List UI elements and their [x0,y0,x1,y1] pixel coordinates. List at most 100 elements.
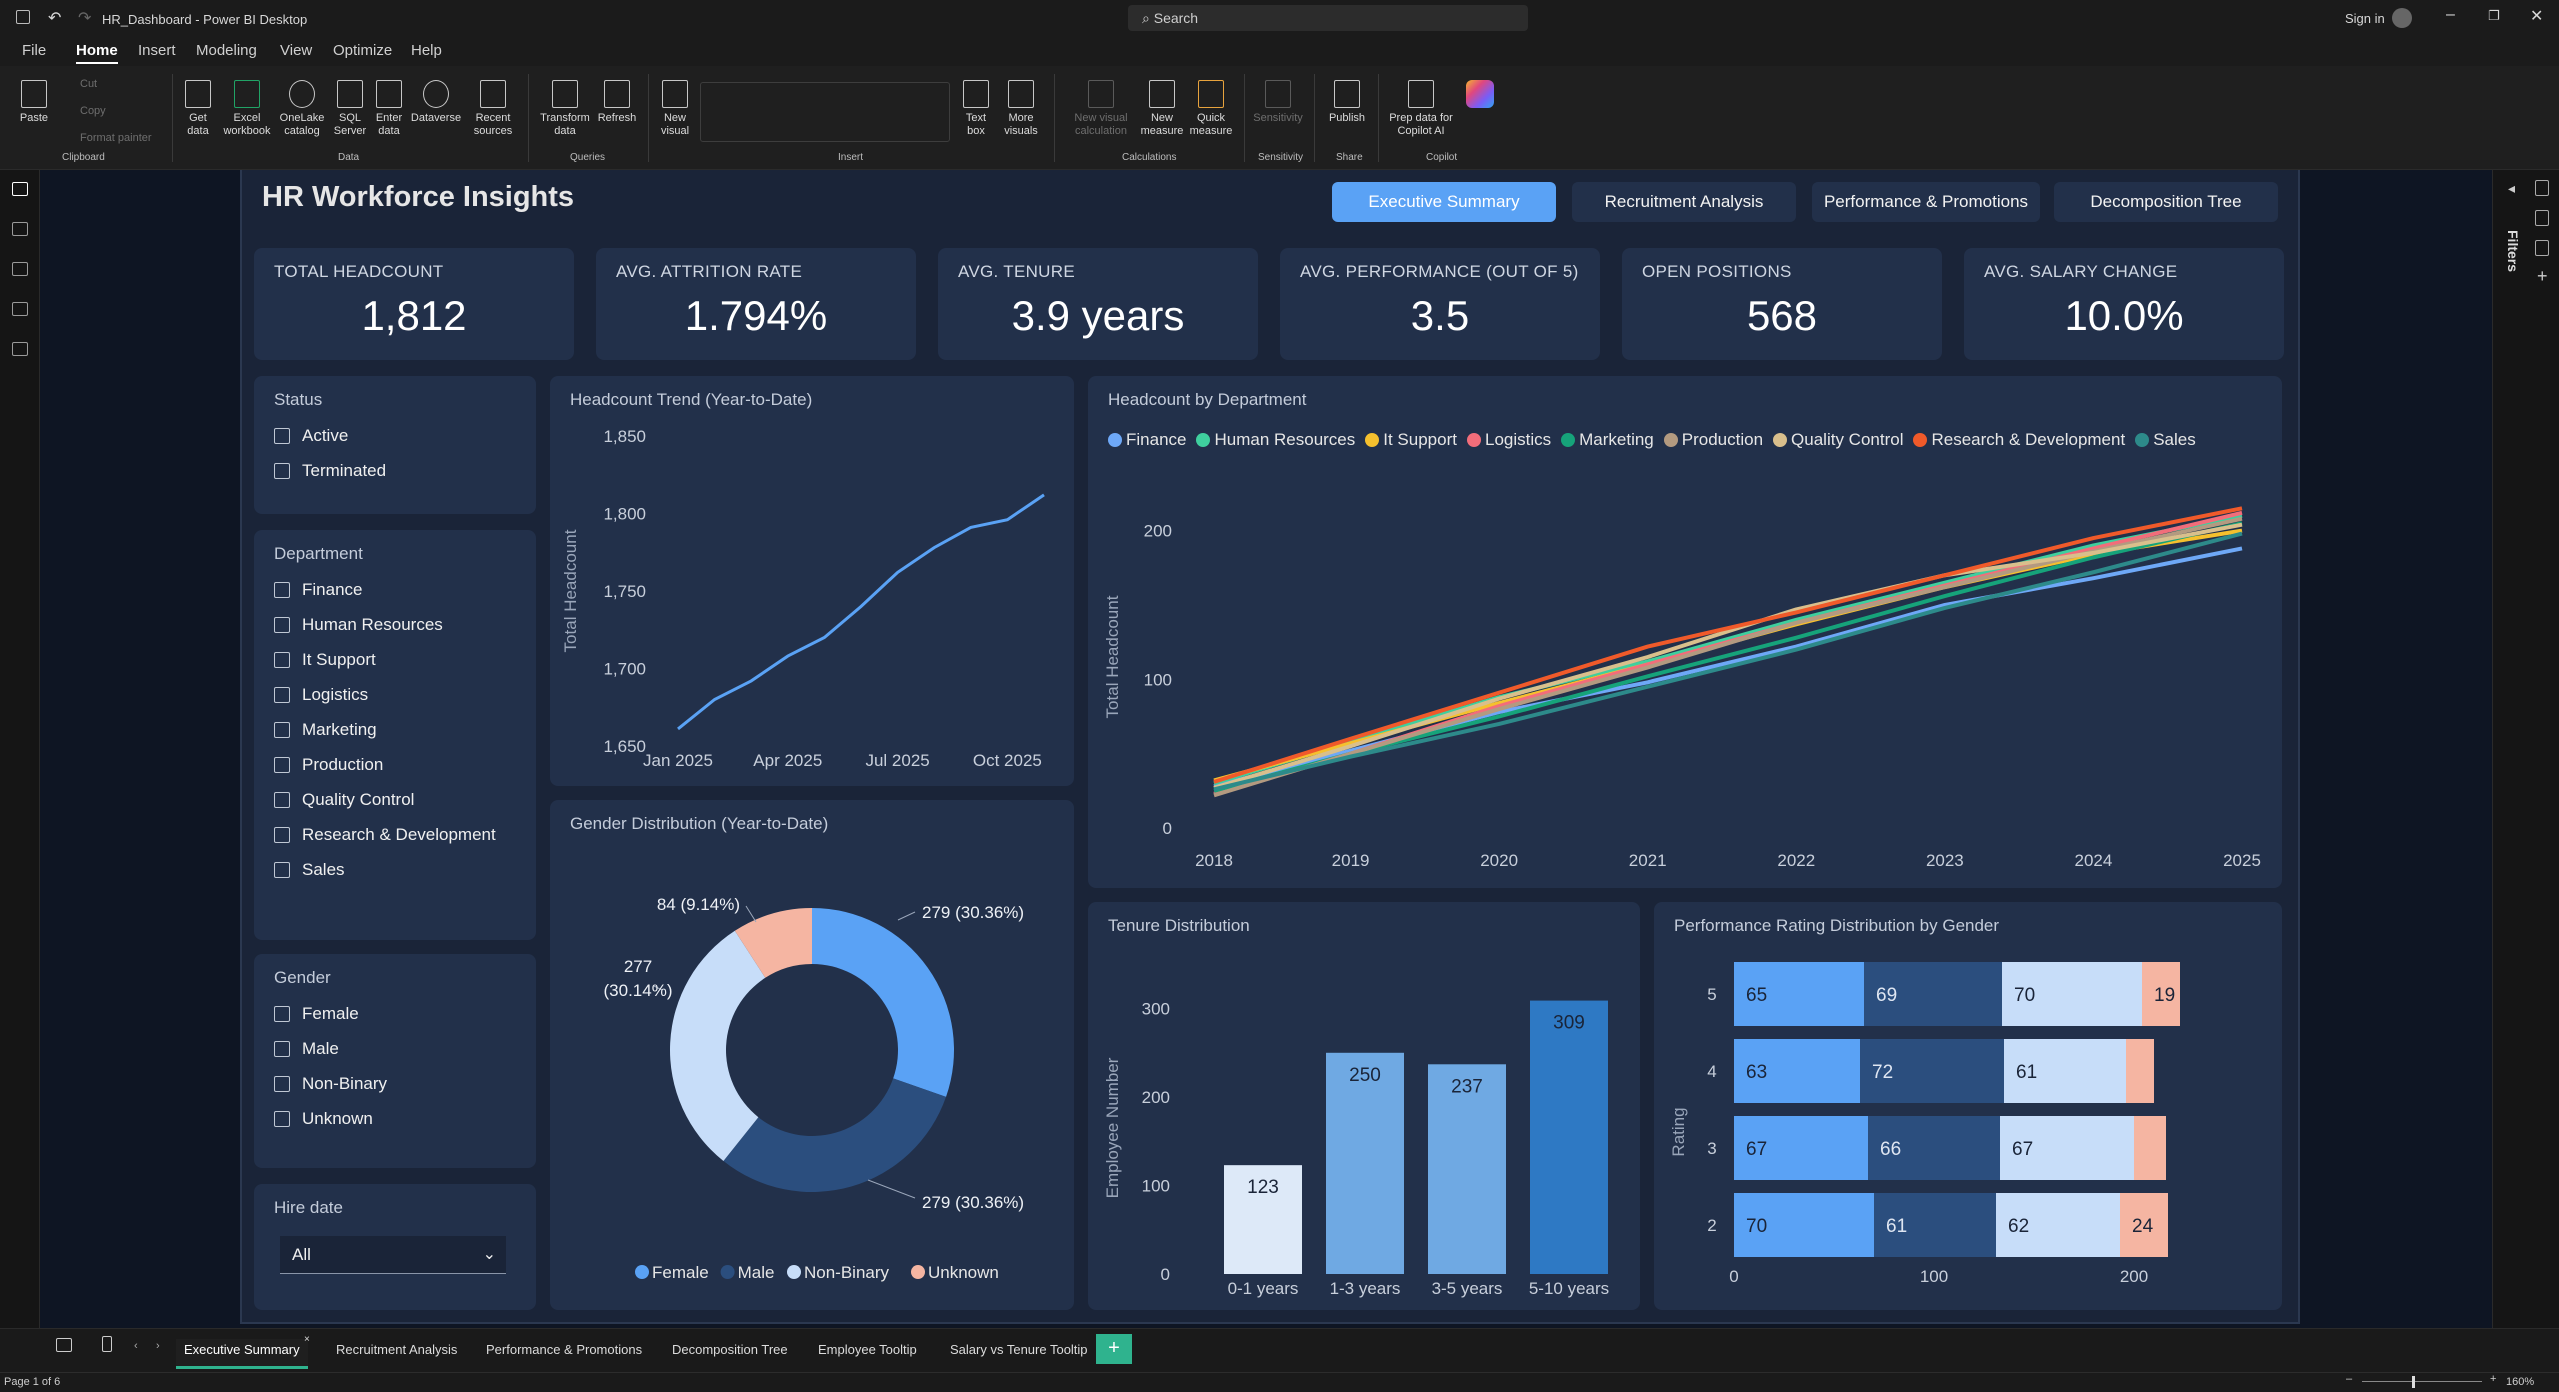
menu-view[interactable]: View [280,42,312,59]
close-tab-icon[interactable]: × [304,1334,310,1345]
close-icon[interactable]: ✕ [2530,6,2543,26]
report-view-icon[interactable] [12,182,28,196]
legend-item[interactable]: Sales [2135,430,2196,450]
slicer-item-research-development[interactable]: Research & Development [274,825,496,845]
restore-icon[interactable]: ❐ [2488,8,2500,24]
checkbox[interactable] [274,1076,290,1092]
headcount-trend-card[interactable]: Headcount Trend (Year-to-Date) 1,850 1,80… [550,376,1074,786]
next-page-icon[interactable]: › [156,1340,160,1352]
prev-page-icon[interactable]: ‹ [134,1340,138,1352]
minimize-icon[interactable]: – [2446,6,2455,24]
kpi-open-positions[interactable]: OPEN POSITIONS 568 [1622,248,1942,360]
undo-icon[interactable]: ↶ [48,8,61,28]
onelake-button[interactable]: OneLake catalog [276,80,328,138]
slicer-item-human-resources[interactable]: Human Resources [274,615,443,635]
format-pane-icon[interactable] [2535,240,2549,256]
slicer-item-logistics[interactable]: Logistics [274,685,368,705]
zoom-in-icon[interactable]: + [2490,1373,2496,1385]
nav-decomposition-tree[interactable]: Decomposition Tree [2054,182,2278,222]
menu-optimize[interactable]: Optimize [333,42,392,59]
headcount-by-department-card[interactable]: Headcount by Department Finance Human Res… [1088,376,2282,888]
menu-insert[interactable]: Insert [138,42,176,59]
legend-item[interactable]: Finance [1108,430,1186,450]
slicer-item-female[interactable]: Female [274,1004,359,1024]
get-data-button[interactable]: Get data [178,80,218,138]
legend-item[interactable]: It Support [1365,430,1457,450]
zoom-slider[interactable] [2362,1381,2482,1382]
model-view-icon[interactable] [12,262,28,276]
sql-server-button[interactable]: SQL Server [332,80,368,138]
new-measure-button[interactable]: New measure [1140,80,1184,138]
nav-recruitment-analysis[interactable]: Recruitment Analysis [1572,182,1796,222]
more-visuals-button[interactable]: More visuals [998,80,1044,138]
dax-query-icon[interactable] [12,302,28,316]
page-tab-recruitment-analysis[interactable]: Recruitment Analysis [328,1339,465,1369]
page-tab-executive-summary[interactable]: Executive Summary [176,1339,308,1369]
tenure-distribution-card[interactable]: Tenure Distribution 300 200 100 0 Employee N… [1088,902,1640,1310]
kpi-total-headcount[interactable]: TOTAL HEADCOUNT 1,812 [254,248,574,360]
checkbox[interactable] [274,1006,290,1022]
data-pane-icon[interactable] [2535,180,2549,196]
checkbox[interactable] [274,428,290,444]
slicer-item-quality-control[interactable]: Quality Control [274,790,414,810]
slicer-item-male[interactable]: Male [274,1039,339,1059]
legend-item[interactable]: Production [1663,430,1763,450]
slicer-item-marketing[interactable]: Marketing [274,720,377,740]
text-box-button[interactable]: Text box [958,80,994,138]
checkbox[interactable] [274,792,290,808]
dataverse-button[interactable]: Dataverse [408,80,464,125]
recent-sources-button[interactable]: Recent sources [468,80,518,138]
checkbox[interactable] [274,1041,290,1057]
tmdl-view-icon[interactable] [12,342,28,356]
refresh-button[interactable]: Refresh [594,80,640,125]
transform-data-button[interactable]: Transform data [536,80,594,138]
page-tab-salary-tenure-tooltip[interactable]: Salary vs Tenure Tooltip [942,1339,1096,1369]
avatar[interactable] [2392,8,2412,28]
hire-date-dropdown[interactable]: All ⌄ [280,1236,506,1274]
slicer-item-it-support[interactable]: It Support [274,650,376,670]
nav-executive-summary[interactable]: Executive Summary [1332,182,1556,222]
slicer-item-sales[interactable]: Sales [274,860,345,880]
mobile-layout-icon[interactable] [102,1336,112,1352]
slicer-item-terminated[interactable]: Terminated [274,461,386,481]
save-icon[interactable] [16,10,30,24]
gender-distribution-card[interactable]: Gender Distribution (Year-to-Date) 279 (… [550,800,1074,1310]
slicer-item-active[interactable]: Active [274,426,348,446]
legend-item[interactable]: Quality Control [1773,430,1903,450]
checkbox[interactable] [274,687,290,703]
page-tab-performance-promotions[interactable]: Performance & Promotions [478,1339,650,1369]
visualizations-pane-icon[interactable] [2535,210,2549,226]
slicer-item-production[interactable]: Production [274,755,383,775]
checkbox[interactable] [274,722,290,738]
slicer-item-finance[interactable]: Finance [274,580,362,600]
performance-rating-card[interactable]: Performance Rating Distribution by Gende… [1654,902,2282,1310]
zoom-slider-thumb[interactable] [2412,1376,2415,1388]
kpi-avg-performance[interactable]: AVG. PERFORMANCE (OUT OF 5) 3.5 [1280,248,1600,360]
menu-modeling[interactable]: Modeling [196,42,257,59]
page-tab-employee-tooltip[interactable]: Employee Tooltip [810,1339,925,1369]
desktop-layout-icon[interactable] [56,1338,72,1352]
menu-file[interactable]: File [22,42,46,59]
checkbox[interactable] [274,757,290,773]
menu-home[interactable]: Home [76,42,118,64]
page-tab-decomposition-tree[interactable]: Decomposition Tree [664,1339,796,1369]
sign-in-button[interactable]: Sign in [2345,11,2385,26]
zoom-out-icon[interactable]: – [2346,1373,2352,1385]
legend-item[interactable]: Research & Development [1913,430,2125,450]
kpi-avg-tenure[interactable]: AVG. TENURE 3.9 years [938,248,1258,360]
excel-workbook-button[interactable]: Excel workbook [222,80,272,138]
legend-item[interactable]: Marketing [1561,430,1654,450]
visual-gallery[interactable] [700,82,950,142]
checkbox[interactable] [274,582,290,598]
copilot-icon[interactable] [1466,80,1494,108]
checkbox[interactable] [274,617,290,633]
menu-help[interactable]: Help [411,42,442,59]
checkbox[interactable] [274,827,290,843]
slicer-item-unknown[interactable]: Unknown [274,1109,373,1129]
paste-button[interactable]: Paste [14,80,54,125]
new-visual-button[interactable]: New visual [654,80,696,138]
checkbox[interactable] [274,862,290,878]
slicer-item-non-binary[interactable]: Non-Binary [274,1074,387,1094]
publish-button[interactable]: Publish [1322,80,1372,125]
add-page-button[interactable]: + [1096,1334,1132,1364]
